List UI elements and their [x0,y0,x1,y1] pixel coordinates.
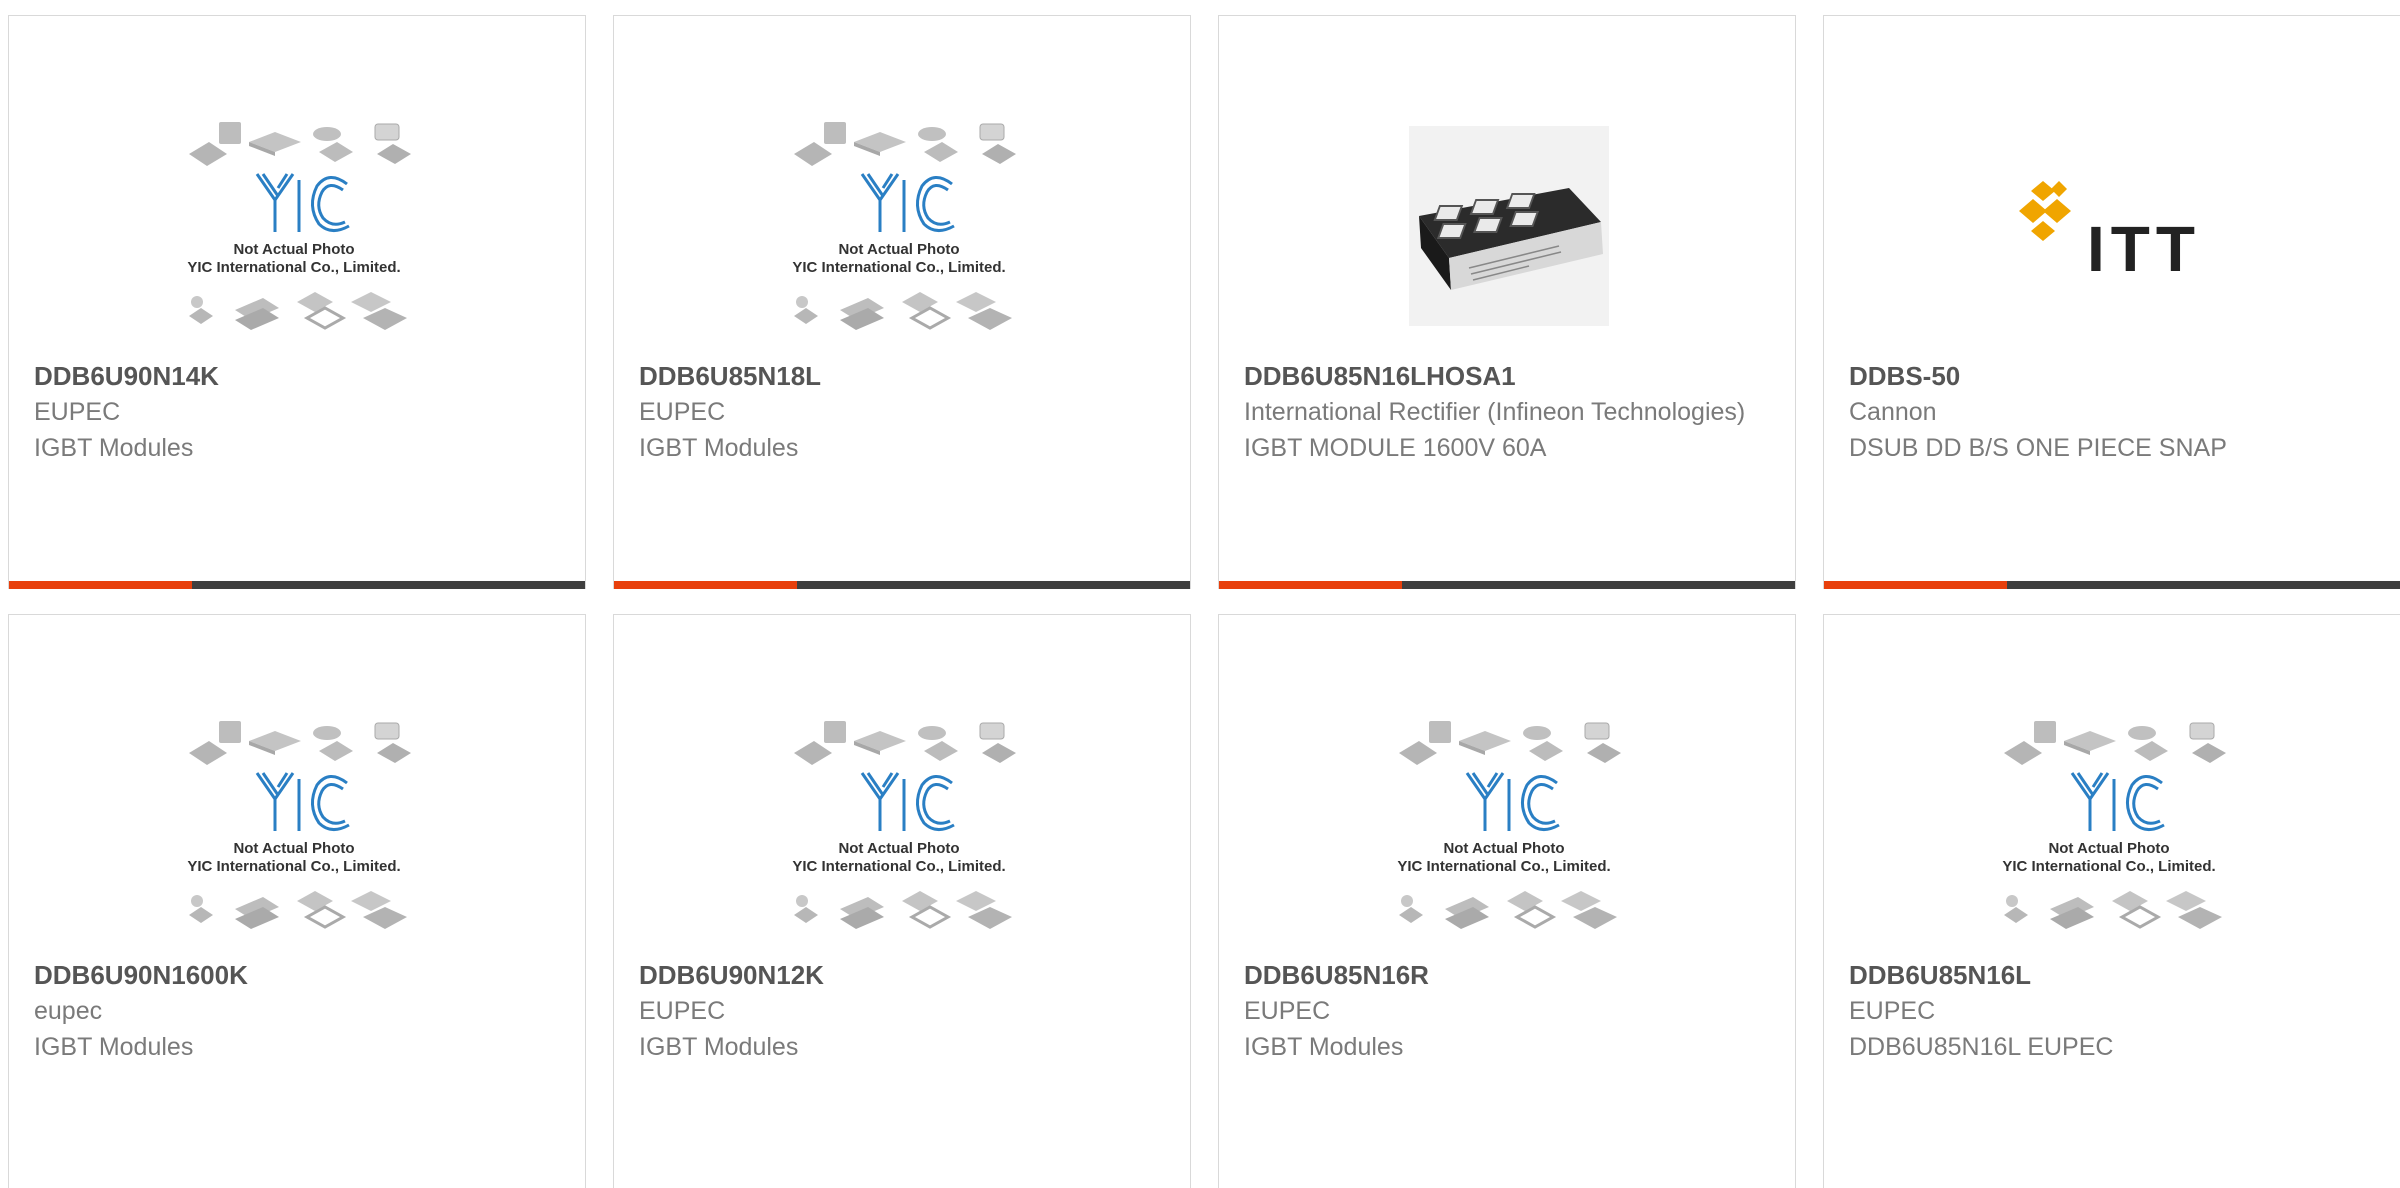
part-number[interactable]: DDB6U85N16LHOSA1 [1244,358,1770,394]
manufacturer: EUPEC [639,398,726,426]
product-info: DDB6U85N18L EUPEC IGBT Modules [639,358,1165,466]
product-card[interactable]: Not Actual Photo YIC International Co., … [8,15,586,589]
placeholder-line1: Not Actual Photo [2048,840,2169,857]
placeholder-line1: Not Actual Photo [838,840,959,857]
manufacturer: eupec [34,997,103,1025]
product-description: IGBT Modules [1244,1033,1404,1061]
product-thumbnail[interactable]: ITT [1974,96,2254,356]
product-card[interactable]: Not Actual Photo YIC International Co., … [613,15,1191,589]
product-thumbnail[interactable] [1369,96,1649,356]
card-bottom-bar [1219,581,1795,589]
placeholder-line2: YIC International Co., Limited. [2002,858,2215,875]
placeholder-line2: YIC International Co., Limited. [792,259,1005,276]
placeholder-line2: YIC International Co., Limited. [792,858,1005,875]
yic-placeholder-image: Not Actual Photo YIC International Co., … [1397,719,1623,931]
card-bottom-bar [9,581,585,589]
card-accent-bar [9,581,192,589]
placeholder-line1: Not Actual Photo [1443,840,1564,857]
part-number[interactable]: DDB6U85N16R [1244,957,1770,993]
product-info: DDBS-50 Cannon DSUB DD B/S ONE PIECE SNA… [1849,358,2375,466]
yic-placeholder-image: Not Actual Photo YIC International Co., … [792,719,1018,931]
card-accent-bar [1219,581,1402,589]
product-info: DDB6U85N16R EUPEC IGBT Modules [1244,957,1770,1065]
product-info: DDB6U85N16L EUPEC DDB6U85N16L EUPEC [1849,957,2375,1065]
placeholder-line2: YIC International Co., Limited. [1397,858,1610,875]
product-description: IGBT MODULE 1600V 60A [1244,434,1547,462]
yic-placeholder-image: Not Actual Photo YIC International Co., … [187,120,413,332]
yic-placeholder-image: Not Actual Photo YIC International Co., … [2002,719,2228,931]
product-thumbnail[interactable]: Not Actual Photo YIC International Co., … [159,96,439,356]
product-card[interactable]: DDB6U85N16LHOSA1 International Rectifier… [1218,15,1796,589]
manufacturer: EUPEC [1244,997,1331,1025]
placeholder-line2: YIC International Co., Limited. [187,259,400,276]
product-info: DDB6U90N12K EUPEC IGBT Modules [639,957,1165,1065]
product-description: IGBT Modules [639,1033,799,1061]
product-thumbnail[interactable]: Not Actual Photo YIC International Co., … [1974,695,2254,955]
itt-logo-text: ITT [2087,213,2201,285]
manufacturer: EUPEC [1849,997,1936,1025]
product-thumbnail[interactable]: Not Actual Photo YIC International Co., … [764,695,1044,955]
product-thumbnail[interactable]: Not Actual Photo YIC International Co., … [159,695,439,955]
product-info: DDB6U90N14K EUPEC IGBT Modules [34,358,560,466]
manufacturer: EUPEC [34,398,121,426]
product-card[interactable]: Not Actual Photo YIC International Co., … [1218,614,1796,1188]
igbt-module-photo [1409,126,1609,326]
product-grid: Not Actual Photo YIC International Co., … [8,15,2400,1188]
part-number[interactable]: DDB6U85N16L [1849,957,2375,993]
product-card[interactable]: Not Actual Photo YIC International Co., … [1823,614,2400,1188]
manufacturer: EUPEC [639,997,726,1025]
placeholder-line1: Not Actual Photo [233,840,354,857]
yic-placeholder-image: Not Actual Photo YIC International Co., … [187,719,413,931]
product-card[interactable]: ITT DDBS-50 Cannon DSUB DD B/S ONE PIECE… [1823,15,2400,589]
placeholder-line2: YIC International Co., Limited. [187,858,400,875]
card-accent-bar [1824,581,2007,589]
part-number[interactable]: DDB6U90N1600K [34,957,560,993]
part-number[interactable]: DDBS-50 [1849,358,2375,394]
part-number[interactable]: DDB6U90N14K [34,358,560,394]
product-card[interactable]: Not Actual Photo YIC International Co., … [8,614,586,1188]
product-description: DDB6U85N16L EUPEC [1849,1033,2114,1061]
product-info: DDB6U85N16LHOSA1 International Rectifier… [1244,358,1770,466]
part-number[interactable]: DDB6U85N18L [639,358,1165,394]
product-description: DSUB DD B/S ONE PIECE SNAP [1849,434,2227,462]
manufacturer: Cannon [1849,398,1937,426]
card-bottom-bar [1824,581,2400,589]
product-description: IGBT Modules [639,434,799,462]
placeholder-line1: Not Actual Photo [233,241,354,258]
manufacturer: International Rectifier (Infineon Techno… [1244,398,1746,426]
card-bottom-bar [614,581,1190,589]
product-info: DDB6U90N1600K eupec IGBT Modules [34,957,560,1065]
product-description: IGBT Modules [34,1033,194,1061]
yic-placeholder-image: Not Actual Photo YIC International Co., … [792,120,1018,332]
part-number[interactable]: DDB6U90N12K [639,957,1165,993]
itt-logo: ITT [2019,181,2201,285]
product-thumbnail[interactable]: Not Actual Photo YIC International Co., … [764,96,1044,356]
product-card[interactable]: Not Actual Photo YIC International Co., … [613,614,1191,1188]
product-thumbnail[interactable]: Not Actual Photo YIC International Co., … [1369,695,1649,955]
card-accent-bar [614,581,797,589]
placeholder-line1: Not Actual Photo [838,241,959,258]
product-description: IGBT Modules [34,434,194,462]
